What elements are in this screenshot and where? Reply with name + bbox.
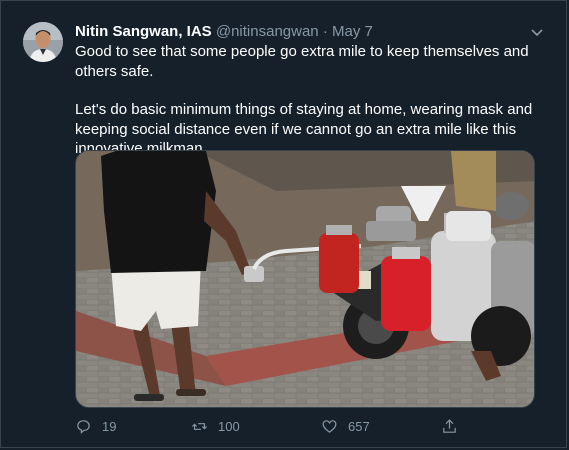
retweet-button[interactable]: 100 — [191, 418, 240, 435]
tweet-date[interactable]: May 7 — [332, 23, 373, 40]
share-button[interactable] — [441, 418, 458, 435]
header-separator: · — [322, 23, 328, 40]
retweet-icon — [191, 423, 208, 430]
reply-button[interactable]: 19 — [75, 418, 116, 435]
tweet-menu-button[interactable] — [529, 24, 545, 40]
retweet-count: 100 — [218, 419, 240, 434]
author-handle[interactable]: @nitinsangwan — [216, 23, 319, 40]
tweet-photo[interactable] — [75, 150, 535, 408]
avatar[interactable] — [23, 22, 63, 62]
like-button[interactable]: 657 — [321, 418, 370, 435]
chevron-down-icon — [531, 29, 543, 37]
avatar-image — [23, 22, 63, 62]
tweet-actions: 19 100 657 — [75, 418, 535, 440]
heart-icon — [322, 420, 337, 433]
tweet-text: Good to see that some people go extra mi… — [75, 42, 545, 159]
milkman-photo — [76, 151, 534, 407]
tweet-paragraph: Good to see that some people go extra mi… — [75, 43, 529, 80]
share-icon — [443, 419, 456, 433]
author-name[interactable]: Nitin Sangwan, IAS — [75, 23, 212, 40]
like-count: 657 — [348, 419, 370, 434]
reply-icon — [77, 420, 90, 434]
tweet-header: Nitin Sangwan, IAS @nitinsangwan · May 7 — [75, 22, 373, 42]
reply-count: 19 — [102, 419, 117, 434]
